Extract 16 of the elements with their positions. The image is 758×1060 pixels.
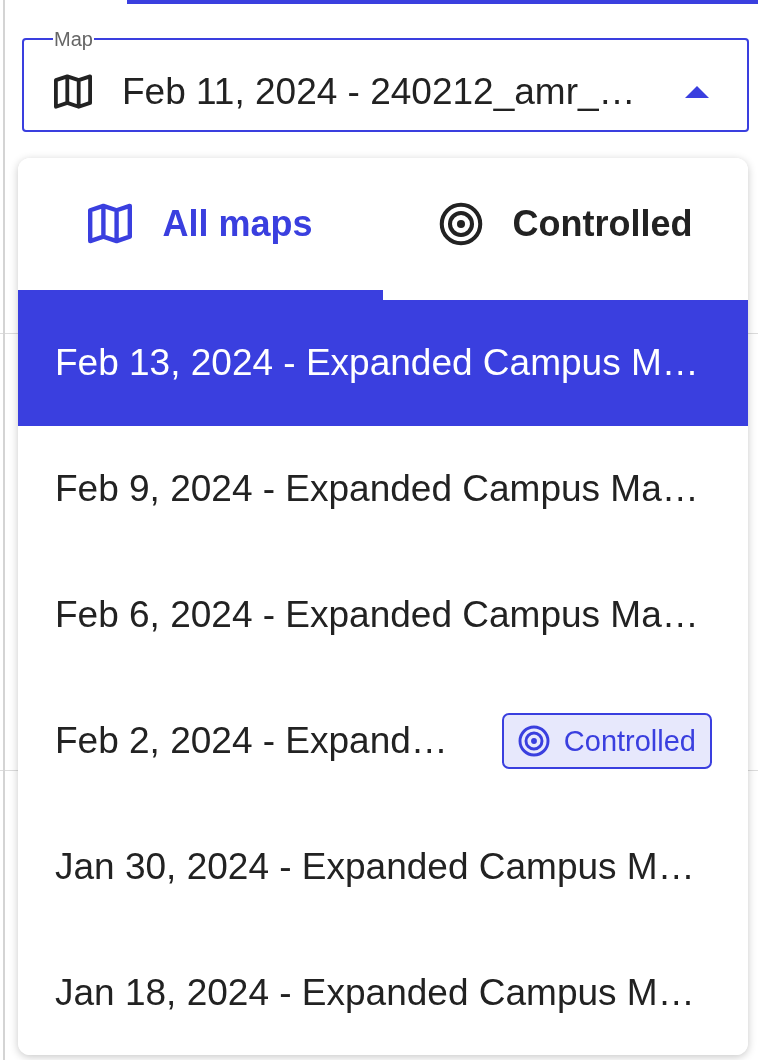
target-icon (517, 725, 550, 757)
caret-icon (685, 86, 709, 98)
map-option[interactable]: Feb 2, 2024 - Expand… Controlled (18, 678, 748, 804)
field-label: Map (53, 28, 94, 50)
tab[interactable]: All maps (18, 158, 383, 300)
controlled-badge: Controlled (501, 713, 712, 769)
map-option[interactable]: Jan 30, 2024 - Expanded Campus M… (18, 804, 748, 930)
field-value: Feb 11, 2024 - 240212_amr_… (122, 71, 636, 113)
map-option[interactable]: Feb 6, 2024 - Expanded Campus Ma… (18, 552, 748, 678)
tab[interactable]: Controlled (383, 158, 748, 300)
map-option[interactable]: Jan 18, 2024 - Expanded Campus M… (18, 930, 748, 1055)
map-icon (88, 202, 133, 246)
target-icon (438, 202, 483, 246)
map-option[interactable]: Feb 13, 2024 - Expanded Campus M… (18, 300, 748, 426)
map-icon (54, 73, 92, 111)
map-option[interactable]: Feb 9, 2024 - Expanded Campus Ma… (18, 426, 748, 552)
